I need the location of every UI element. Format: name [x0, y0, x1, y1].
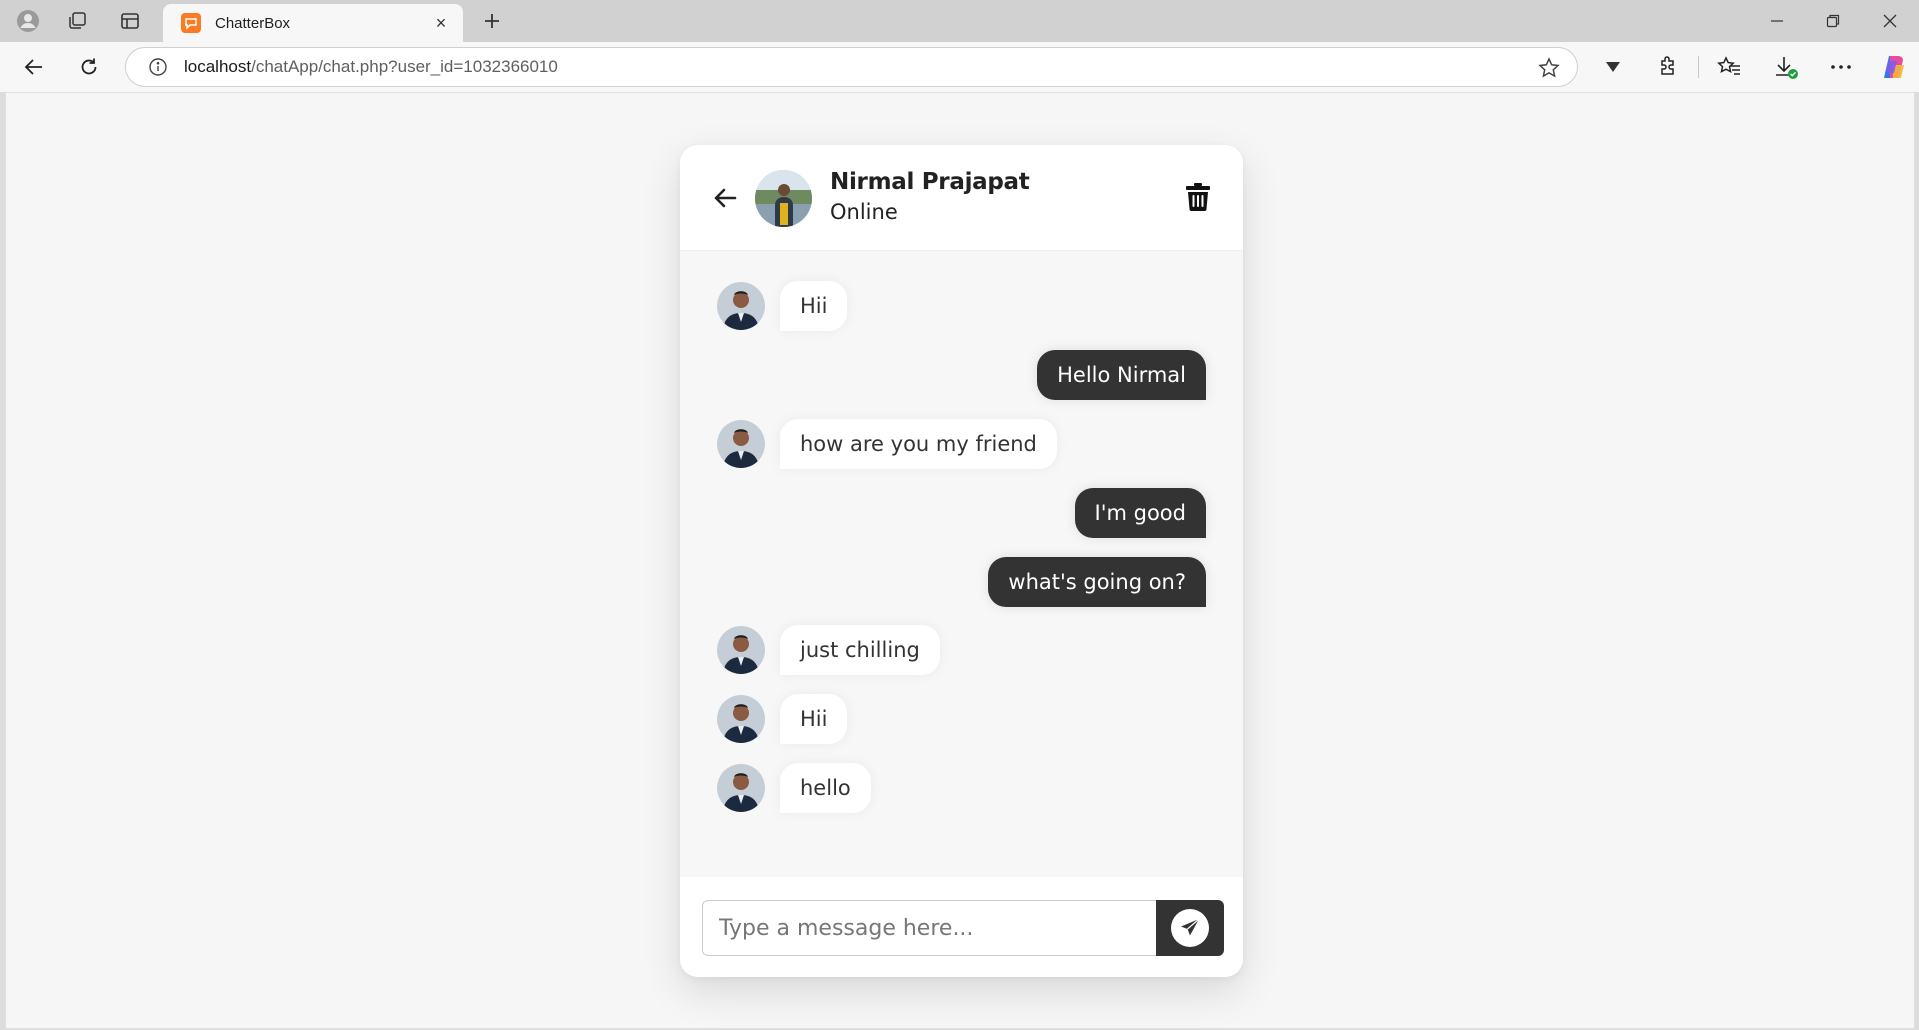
url-text: localhost/chatApp/chat.php?user_id=10323… — [184, 57, 558, 77]
message-bubble: I'm good — [1074, 488, 1206, 538]
new-tab-icon[interactable] — [478, 8, 506, 34]
send-icon — [1171, 909, 1209, 947]
tab-title: ChatterBox — [215, 14, 291, 32]
downloads-icon[interactable] — [1771, 52, 1801, 82]
sender-avatar — [717, 626, 765, 674]
message-row-incoming: how are you my friend — [680, 419, 1243, 469]
message-row-outgoing: I'm good — [680, 488, 1243, 538]
vertical-tabs-icon[interactable] — [116, 8, 144, 34]
address-bar[interactable]: localhost/chatApp/chat.php?user_id=10323… — [125, 47, 1578, 87]
message-bubble: Hii — [780, 694, 848, 744]
message-bubble: Hello Nirmal — [1037, 350, 1206, 400]
reload-icon[interactable] — [73, 51, 105, 83]
toolbar-separator — [1698, 56, 1699, 78]
message-row-incoming: Hii — [680, 694, 1243, 744]
chat-header: Nirmal Prajapat Online — [680, 145, 1243, 251]
minimize-icon[interactable] — [1755, 6, 1799, 36]
favorite-star-icon[interactable] — [1537, 56, 1561, 80]
message-bubble: how are you my friend — [780, 419, 1057, 469]
favorites-icon[interactable] — [1714, 52, 1744, 82]
chat-window: Nirmal Prajapat Online Hii Hello Nirmal … — [680, 145, 1243, 977]
send-button[interactable] — [1156, 900, 1224, 956]
extensions-icon[interactable] — [1653, 52, 1683, 82]
message-bubble: what's going on? — [988, 557, 1206, 607]
back-icon[interactable] — [18, 51, 50, 83]
message-row-incoming: hello — [680, 763, 1243, 813]
contact-status: Online — [830, 200, 898, 224]
copilot-icon[interactable] — [1879, 52, 1909, 82]
message-row-outgoing: Hello Nirmal — [680, 350, 1243, 400]
sender-avatar — [717, 764, 765, 812]
back-arrow-icon[interactable] — [710, 183, 740, 213]
message-row-incoming: just chilling — [680, 625, 1243, 675]
contact-name: Nirmal Prajapat — [830, 169, 1030, 195]
profile-icon[interactable] — [14, 8, 42, 34]
url-host: localhost — [184, 57, 252, 76]
message-bubble: just chilling — [780, 625, 940, 675]
chatterbox-favicon-icon — [181, 13, 201, 33]
message-bubble: hello — [780, 763, 871, 813]
page-viewport: Nirmal Prajapat Online Hii Hello Nirmal … — [5, 92, 1915, 1029]
sender-avatar — [717, 420, 765, 468]
workspaces-icon[interactable] — [63, 8, 91, 34]
sender-avatar — [717, 282, 765, 330]
message-bubble: Hii — [780, 281, 848, 331]
site-info-icon[interactable] — [146, 55, 170, 79]
trash-icon[interactable] — [1183, 180, 1213, 214]
sender-avatar — [717, 695, 765, 743]
contact-avatar — [755, 170, 812, 227]
message-row-outgoing: what's going on? — [680, 557, 1243, 607]
chat-messages: Hii Hello Nirmal how are you my friend I… — [680, 251, 1243, 877]
url-path: /chatApp/chat.php?user_id=1032366010 — [251, 57, 558, 76]
message-row-incoming: Hii — [680, 281, 1243, 331]
tab-close-icon[interactable]: × — [429, 11, 453, 35]
browser-toolbar: localhost/chatApp/chat.php?user_id=10323… — [0, 42, 1919, 92]
more-options-icon[interactable] — [1826, 52, 1856, 82]
browser-tab-bar: ChatterBox × — [0, 0, 1919, 42]
restore-icon[interactable] — [1811, 6, 1855, 36]
close-window-icon[interactable] — [1868, 6, 1912, 36]
active-tab[interactable]: ChatterBox × — [163, 4, 463, 42]
message-composer — [680, 877, 1243, 977]
message-input[interactable] — [702, 900, 1156, 956]
vpn-shield-icon[interactable] — [1598, 52, 1628, 82]
